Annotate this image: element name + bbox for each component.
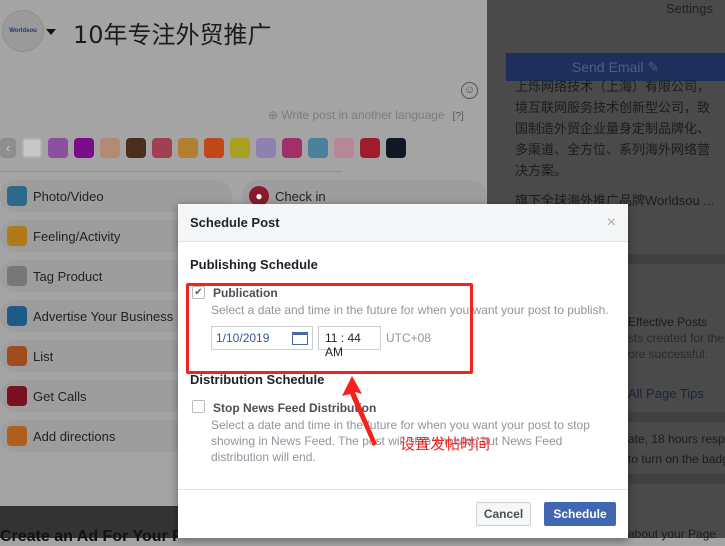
background-swatch[interactable] [230,138,250,158]
cancel-button[interactable]: Cancel [476,502,531,526]
tips-line: sts created for the [628,331,725,345]
response-block: ate, 18 hours respo to turn on the badg [628,429,725,469]
background-swatch[interactable] [334,138,354,158]
emoji-icon[interactable]: ☺ [461,82,478,99]
check-in-label: Check in [275,188,326,204]
background-swatch[interactable] [48,138,68,158]
tips-title: Effective Posts [628,315,708,329]
phone-icon [7,386,27,406]
about-line: 多渠道、全方位、系列海外网络营 [515,142,711,157]
close-icon[interactable]: × [607,214,616,232]
smiley-icon [7,226,27,246]
background-swatch[interactable] [74,138,94,158]
background-swatch[interactable] [178,138,198,158]
background-swatches: ‹ [0,138,406,158]
settings-link[interactable]: Settings [666,1,713,16]
response-line: ate, 18 hours respo [628,432,725,446]
background-swatch[interactable] [152,138,172,158]
chevron-left-icon[interactable]: ‹ [0,138,16,158]
post-text[interactable]: 10年专注外贸推广 [73,15,272,50]
dialog-title: Schedule Post [178,204,628,242]
background-swatch[interactable] [360,138,380,158]
stop-distribution-checkbox[interactable] [192,400,205,413]
background-swatch[interactable] [308,138,328,158]
list-icon [7,346,27,366]
response-line: to turn on the badg [628,452,725,466]
directions-icon [7,426,27,446]
action-label: Tag Product [33,268,103,284]
background-swatch[interactable] [204,138,224,158]
create-ad-heading: Create an Ad For Your P [0,528,183,545]
action-label: Get Calls [33,388,87,404]
action-label: Feeling/Activity [33,228,121,244]
help-link[interactable]: [?] [453,111,464,122]
annotation-text: 设置发帖时间 [400,435,491,453]
background-swatch[interactable] [256,138,276,158]
background-swatch[interactable] [22,138,42,158]
advertise-icon [7,306,27,326]
about-line: 境互联网服务技术创新型公司，致 [515,100,711,115]
about-text: 上烁网络技术（上海）有限公司， 境互联网服务技术创新型公司，致 国制造外贸企业量… [515,76,710,181]
about-line: 上烁网络技术（上海）有限公司， [515,79,711,94]
action-label: Photo/Video [33,188,104,204]
page-avatar[interactable]: Worldsou [2,10,44,52]
action-label: List [33,348,54,364]
publishing-schedule-heading: Publishing Schedule [190,257,318,272]
about-line: 决方案。 [515,163,568,178]
caret-down-icon[interactable] [46,29,56,35]
background-swatch[interactable] [282,138,302,158]
action-label: Add directions [33,428,116,444]
tips-block: Effective Posts sts created for the ore … [628,314,724,362]
annotation-arrow-icon [342,376,377,446]
background-swatch[interactable] [100,138,120,158]
action-label: Advertise Your Business [33,308,174,324]
tips-line: ore successful. [628,347,709,361]
schedule-button[interactable]: Schedule [544,502,616,526]
background-swatch[interactable] [126,138,146,158]
write-another-language[interactable]: ⊕ Write post in another language [?] [268,108,464,122]
about-line: 国制造外贸企业量身定制品牌化、 [515,121,711,136]
distribution-schedule-heading: Distribution Schedule [190,372,325,387]
write-language-label: Write post in another language [281,108,445,122]
location-pin-icon: ● [249,186,269,206]
about-page-text: about your Page [628,527,717,541]
all-page-tips-link[interactable]: All Page Tips [628,383,704,404]
annotation-highlight-box [186,283,473,374]
photo-icon [7,186,27,206]
tag-icon [7,266,27,286]
divider [0,171,342,172]
background-swatch[interactable] [386,138,406,158]
footer-divider [178,489,628,490]
